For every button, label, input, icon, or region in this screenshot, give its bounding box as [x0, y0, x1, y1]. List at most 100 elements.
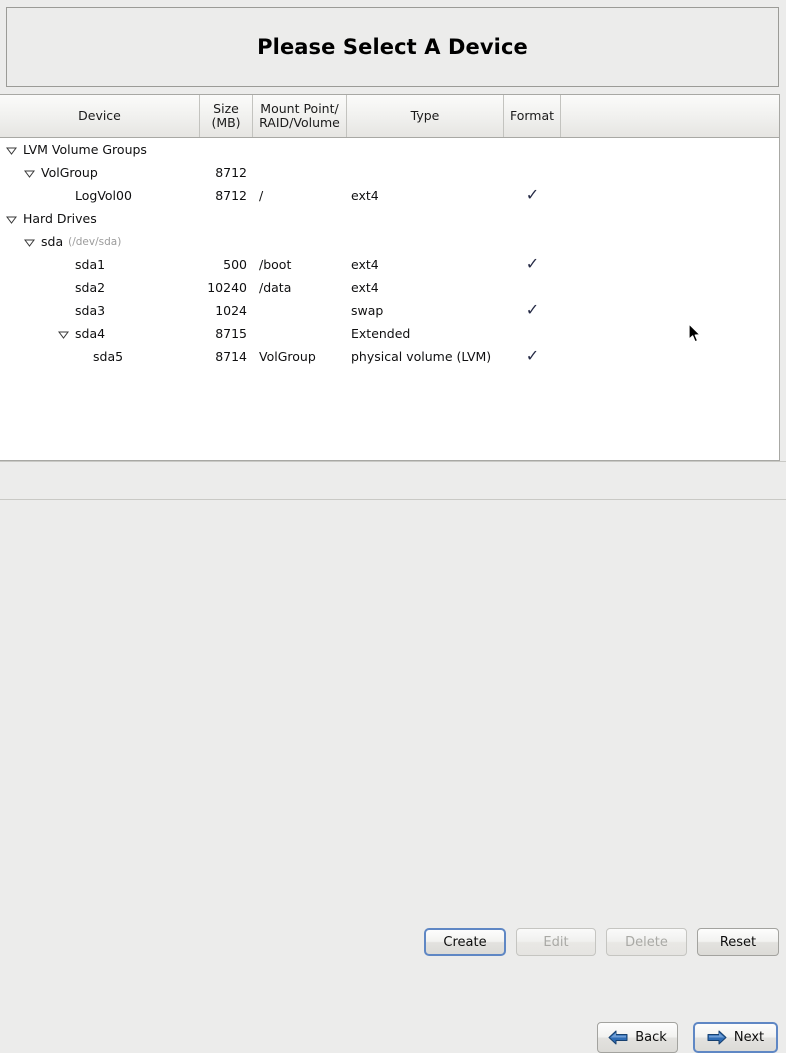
table-row[interactable]: sda (/dev/sda)	[0, 230, 779, 253]
device-tree-table[interactable]: Device Size (MB) Mount Point/ RAID/Volume T…	[0, 94, 780, 461]
device-name: sda3	[75, 303, 106, 318]
row-mount-point-cell	[253, 322, 347, 345]
expander-placeholder	[58, 306, 69, 317]
row-device-cell: sda4	[0, 322, 200, 345]
check-icon: ✓	[525, 299, 540, 319]
row-type-cell	[347, 207, 504, 230]
row-format-cell	[504, 161, 561, 184]
column-header-mount-point[interactable]: Mount Point/ RAID/Volume	[253, 95, 347, 137]
row-device-cell: VolGroup	[0, 161, 200, 184]
check-icon: ✓	[525, 345, 540, 365]
device-name: sda	[41, 234, 64, 249]
next-button[interactable]: Next	[693, 1022, 778, 1053]
row-format-cell: ✓	[504, 184, 561, 207]
device-name: sda4	[75, 326, 106, 341]
reset-button[interactable]: Reset	[697, 928, 779, 956]
row-mount-point-cell	[253, 138, 347, 161]
row-device-cell: LogVol00	[0, 184, 200, 207]
row-format-cell: ✓	[504, 299, 561, 322]
page-title: Please Select A Device	[257, 35, 528, 59]
row-size-cell: 8712	[215, 165, 247, 180]
next-button-label: Next	[733, 1030, 765, 1045]
column-header-format[interactable]: Format	[504, 95, 561, 137]
row-format-cell	[504, 276, 561, 299]
row-mount-point-cell: VolGroup	[259, 349, 316, 364]
row-type-cell: ext4	[351, 280, 379, 295]
row-type-cell: ext4	[351, 257, 379, 272]
table-row[interactable]: sda4 8715 Extended	[0, 322, 779, 345]
row-device-cell: sda1	[0, 253, 200, 276]
row-size-cell	[200, 138, 253, 161]
column-header-filler[interactable]	[561, 95, 779, 137]
table-row[interactable]: LogVol00 8712 / ext4 ✓	[0, 184, 779, 207]
row-format-cell	[504, 322, 561, 345]
row-device-cell: sda3	[0, 299, 200, 322]
back-button-label: Back	[635, 1030, 667, 1045]
table-column-headers: Device Size (MB) Mount Point/ RAID/Volume T…	[0, 95, 779, 138]
create-button-label: Create	[443, 934, 487, 950]
row-size-cell: 1024	[215, 303, 247, 318]
row-type-cell: physical volume (LVM)	[351, 349, 492, 364]
row-size-cell	[200, 207, 253, 230]
row-size-cell: 8712	[215, 188, 247, 203]
table-row[interactable]: VolGroup 8712	[0, 161, 779, 184]
chevron-down-icon[interactable]	[6, 145, 17, 156]
device-path: (/dev/sda)	[68, 235, 122, 248]
chevron-down-icon[interactable]	[24, 168, 35, 179]
row-mount-point-cell: /data	[259, 280, 292, 295]
row-format-cell	[504, 138, 561, 161]
row-mount-point-cell: /boot	[259, 257, 292, 272]
device-name: Hard Drives	[23, 211, 97, 226]
arrow-left-icon	[608, 1030, 628, 1045]
column-header-type[interactable]: Type	[347, 95, 504, 137]
table-row[interactable]: sda1 500/boot ext4 ✓	[0, 253, 779, 276]
create-button[interactable]: Create	[424, 928, 506, 956]
edit-button-label: Edit	[543, 934, 569, 950]
row-size-cell	[200, 230, 253, 253]
device-name: VolGroup	[41, 165, 98, 180]
navigation-bar: Back Next	[0, 500, 786, 1053]
row-mount-point-cell	[253, 299, 347, 322]
row-mount-point-cell	[253, 230, 347, 253]
edit-button[interactable]: Edit	[516, 928, 596, 956]
chevron-down-icon[interactable]	[6, 214, 17, 225]
table-body[interactable]: LVM Volume Groups VolGroup 8712 LogVol00 871…	[0, 138, 779, 368]
row-type-cell	[347, 161, 504, 184]
table-row[interactable]: LVM Volume Groups	[0, 138, 779, 161]
expander-placeholder	[58, 260, 69, 271]
row-device-cell: sda (/dev/sda)	[0, 230, 200, 253]
row-type-cell: swap	[351, 303, 384, 318]
delete-button-label: Delete	[625, 934, 668, 950]
row-size-cell: 10240	[207, 280, 247, 295]
row-mount-point-cell	[253, 161, 347, 184]
back-button[interactable]: Back	[597, 1022, 678, 1053]
title-panel: Please Select A Device	[6, 7, 779, 87]
column-header-type-label: Type	[410, 107, 440, 123]
row-size-cell: 8714	[215, 349, 247, 364]
column-header-size[interactable]: Size (MB)	[200, 95, 253, 137]
table-row[interactable]: sda5 8714 VolGroup physical volume (LVM) ✓	[0, 345, 779, 368]
row-device-cell: LVM Volume Groups	[0, 138, 200, 161]
device-name: LVM Volume Groups	[23, 142, 147, 157]
expander-placeholder	[76, 352, 87, 363]
row-format-cell: ✓	[504, 345, 561, 368]
table-row[interactable]: sda3 1024 swap ✓	[0, 299, 779, 322]
row-type-cell	[347, 230, 504, 253]
chevron-down-icon[interactable]	[58, 329, 69, 340]
row-type-cell: Extended	[351, 326, 411, 341]
reset-button-label: Reset	[719, 934, 757, 950]
device-name: sda2	[75, 280, 106, 295]
row-format-cell	[504, 207, 561, 230]
row-mount-point-cell	[253, 207, 347, 230]
row-device-cell: sda5	[0, 345, 200, 368]
device-name: sda5	[93, 349, 124, 364]
delete-button[interactable]: Delete	[606, 928, 687, 956]
check-icon: ✓	[525, 253, 540, 273]
table-row[interactable]: Hard Drives	[0, 207, 779, 230]
column-header-device[interactable]: Device	[0, 95, 200, 137]
column-header-format-label: Format	[509, 107, 555, 123]
chevron-down-icon[interactable]	[24, 237, 35, 248]
action-button-bar: Create Edit Delete Reset	[0, 461, 786, 956]
row-format-cell: ✓	[504, 253, 561, 276]
table-row[interactable]: sda2 10240/data ext4	[0, 276, 779, 299]
